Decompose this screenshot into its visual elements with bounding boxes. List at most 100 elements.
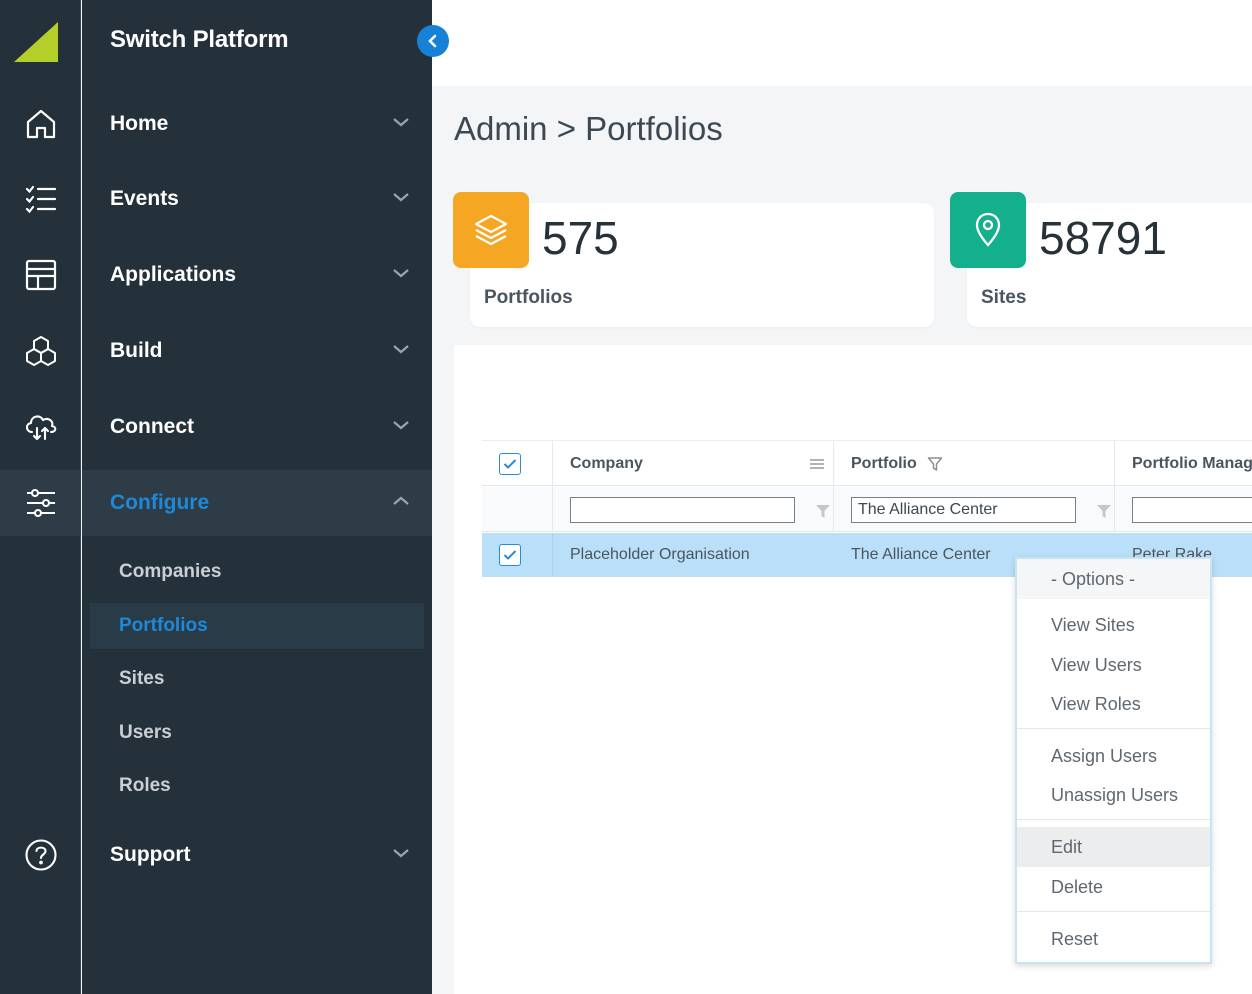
menu-item-view-sites[interactable]: View Sites (1017, 605, 1210, 645)
chevron-down-icon (393, 849, 409, 858)
nav-item-label: Events (110, 187, 179, 210)
rail-applications[interactable] (0, 242, 81, 308)
chevron-down-icon (393, 421, 409, 430)
menu-item-unassign-users[interactable]: Unassign Users (1017, 775, 1210, 815)
column-divider (552, 441, 553, 487)
nav-sub-label: Portfolios (119, 615, 208, 636)
nav-item-connect[interactable]: Connect (82, 394, 432, 460)
chevron-up-icon (393, 496, 409, 505)
menu-item-view-roles[interactable]: View Roles (1017, 684, 1210, 724)
map-pin-icon (975, 212, 1001, 247)
grid-filter-row (482, 487, 1252, 532)
layout-icon (25, 259, 56, 291)
nav-item-support[interactable]: Support (82, 822, 432, 888)
column-divider (833, 441, 834, 487)
nav-item-applications[interactable]: Applications (82, 242, 432, 308)
column-header-label: Company (570, 455, 643, 472)
nav-item-home[interactable]: Home (82, 91, 432, 157)
filter-icon[interactable] (1096, 503, 1112, 519)
collapse-sidebar-button[interactable] (417, 25, 449, 57)
nav-item-label: Home (110, 112, 169, 135)
nav-sub-companies[interactable]: Companies (90, 549, 424, 595)
stat-icon-badge (950, 192, 1026, 268)
layers-icon (474, 214, 508, 246)
stat-label: Sites (981, 287, 1027, 308)
nav-panel: Switch Platform Home Events Applications… (82, 0, 432, 994)
cloud-sync-icon (25, 415, 56, 441)
manager-filter-input[interactable] (1132, 497, 1252, 523)
nav-sub-roles[interactable]: Roles (90, 763, 424, 809)
cell-company: Placeholder Organisation (570, 546, 750, 563)
nav-item-label: Connect (110, 415, 194, 438)
chevron-down-icon (393, 118, 409, 127)
filter-icon[interactable] (815, 503, 831, 519)
app-window: Switch Platform Home Events Applications… (0, 0, 1252, 994)
top-bar (432, 0, 1252, 86)
rail-connect[interactable] (0, 394, 81, 460)
switch-logo-icon[interactable] (14, 22, 58, 62)
check-icon (503, 459, 517, 469)
rail-configure[interactable] (0, 470, 81, 536)
column-divider (1114, 487, 1115, 532)
column-header-company[interactable]: Company (570, 441, 643, 487)
nav-item-configure[interactable]: Configure (82, 470, 432, 536)
nav-item-build[interactable]: Build (82, 318, 432, 384)
cell-portfolio: The Alliance Center (851, 546, 991, 563)
stat-value: 58791 (1039, 212, 1167, 264)
app-title: Switch Platform (110, 26, 289, 53)
menu-item-assign-users[interactable]: Assign Users (1017, 736, 1210, 776)
company-filter-input[interactable] (570, 497, 795, 523)
chevron-down-icon (393, 193, 409, 202)
column-header-label: Portfolio Manager (1132, 455, 1252, 472)
chevron-down-icon (393, 345, 409, 354)
column-divider (552, 533, 553, 577)
portfolio-filter-input[interactable] (851, 497, 1076, 523)
nav-item-label: Applications (110, 263, 237, 286)
menu-separator (1017, 911, 1210, 912)
nav-sub-portfolios[interactable]: Portfolios (90, 603, 424, 649)
column-divider (552, 487, 553, 532)
column-header-portfolio-manager[interactable]: Portfolio Manager (1132, 441, 1252, 487)
icon-rail (0, 0, 81, 994)
stat-card-portfolios: 575 Portfolios (453, 192, 934, 327)
stat-value: 575 (542, 212, 619, 264)
filter-active-icon[interactable] (927, 456, 943, 472)
rail-home[interactable] (0, 91, 81, 157)
nav-sub-users[interactable]: Users (90, 710, 424, 756)
column-menu-icon[interactable] (809, 458, 825, 470)
nav-sub-label: Sites (119, 668, 165, 689)
menu-item-view-users[interactable]: View Users (1017, 645, 1210, 685)
stat-label: Portfolios (484, 287, 573, 308)
help-icon (24, 839, 57, 871)
row-checkbox[interactable] (499, 544, 521, 566)
grid-header-row: Company Portfolio Portfolio Manager (482, 440, 1252, 487)
stat-card-sites: 58791 Sites (950, 192, 1252, 327)
nav-sub-sites[interactable]: Sites (90, 656, 424, 702)
column-header-portfolio[interactable]: Portfolio (851, 441, 917, 487)
nav-item-events[interactable]: Events (82, 166, 432, 232)
rail-events[interactable] (0, 166, 81, 232)
column-header-label: Portfolio (851, 455, 917, 472)
menu-header: - Options - (1017, 559, 1210, 599)
cubes-icon (25, 336, 56, 366)
chevron-down-icon (393, 269, 409, 278)
nav-sub-label: Companies (119, 561, 222, 582)
nav-sub-label: Roles (119, 775, 171, 796)
menu-separator (1017, 819, 1210, 820)
checklist-icon (25, 185, 56, 214)
column-divider (833, 487, 834, 532)
nav-sub-label: Users (119, 722, 172, 743)
column-divider (1114, 441, 1115, 487)
rail-support[interactable] (0, 822, 81, 888)
rail-build[interactable] (0, 318, 81, 384)
chevron-left-icon (428, 34, 437, 48)
select-all-checkbox[interactable] (499, 453, 521, 475)
nav-item-label: Configure (110, 491, 210, 514)
menu-item-reset[interactable]: Reset (1017, 919, 1210, 959)
nav-item-label: Build (110, 339, 163, 362)
menu-item-edit[interactable]: Edit (1017, 827, 1210, 867)
menu-separator (1017, 728, 1210, 729)
context-menu: - Options - View Sites View Users View R… (1015, 557, 1212, 964)
menu-item-delete[interactable]: Delete (1017, 867, 1210, 907)
home-icon (26, 109, 55, 139)
